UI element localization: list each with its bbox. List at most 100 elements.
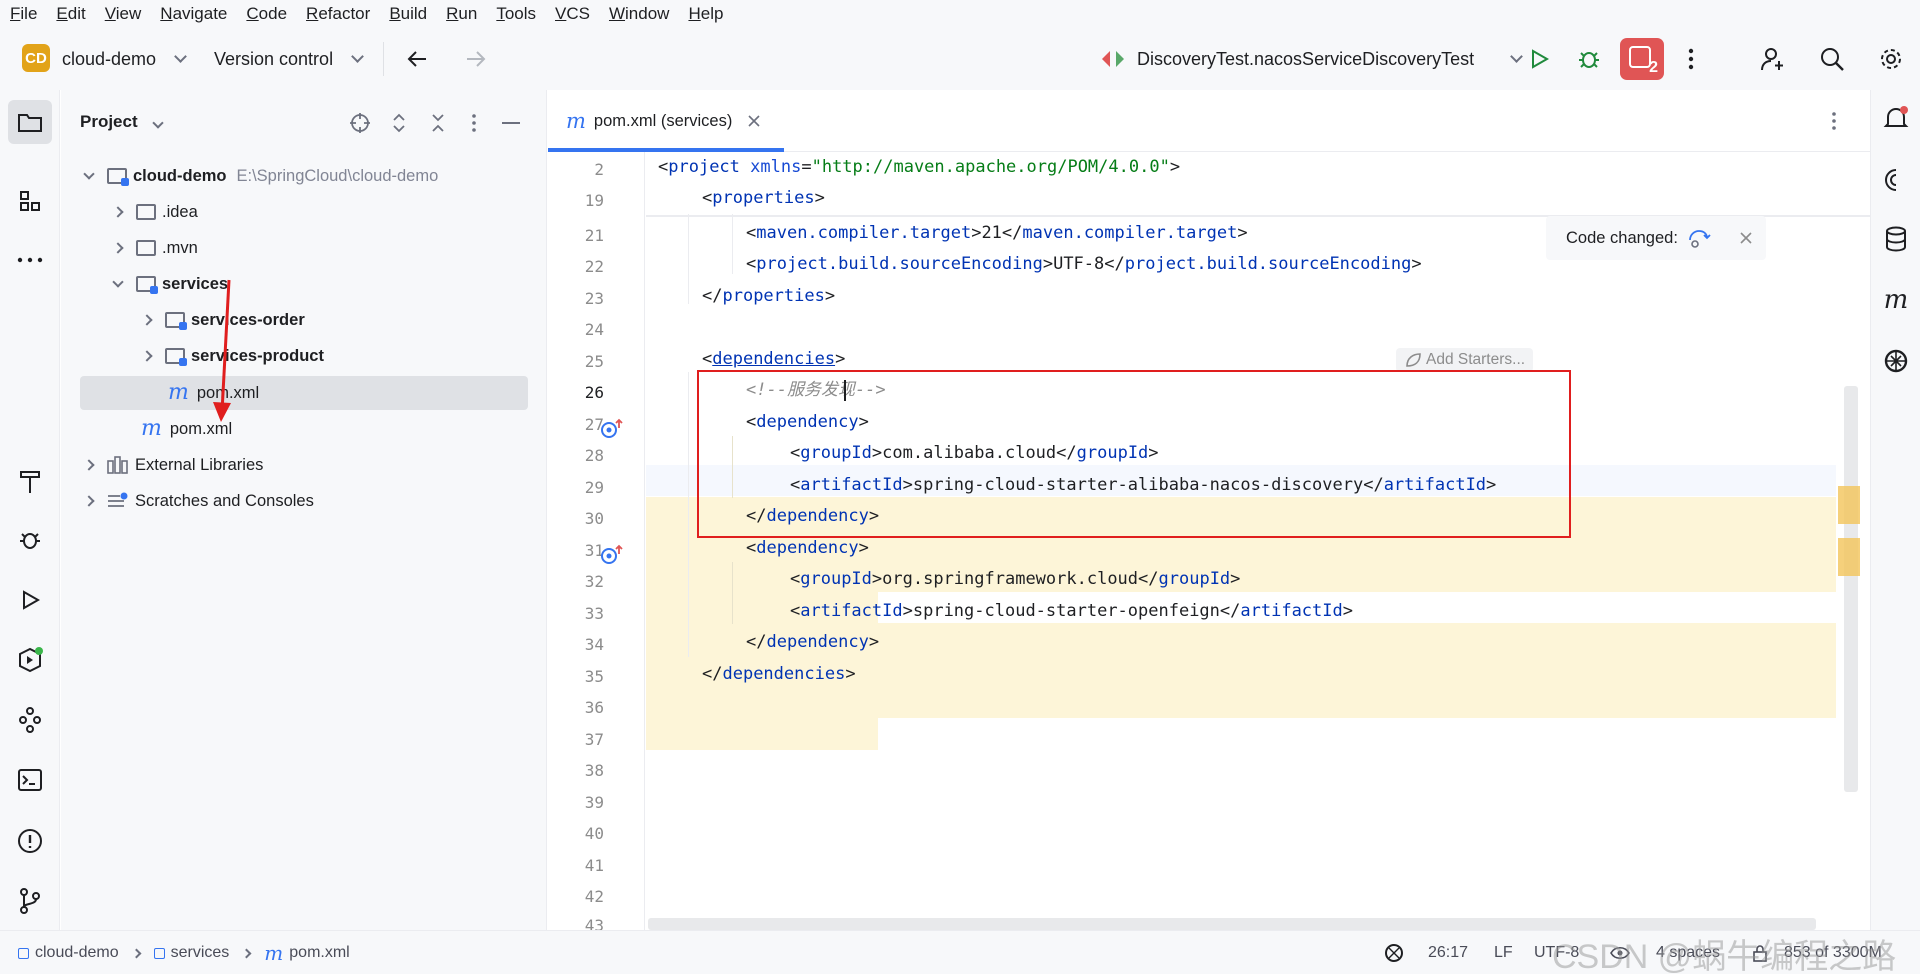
- line-number: 39: [584, 793, 604, 812]
- line-number: 21: [584, 226, 604, 245]
- menu-help[interactable]: Help: [688, 4, 723, 24]
- spring-leaf-icon: [1406, 353, 1421, 367]
- maven-dependency-icon: [601, 544, 623, 564]
- forward-button[interactable]: [459, 42, 493, 76]
- debug-button[interactable]: [1572, 42, 1606, 76]
- build-tool-button[interactable]: [0, 459, 60, 503]
- endpoints-tool-button[interactable]: [0, 698, 60, 742]
- openai-icon: [1385, 944, 1403, 962]
- menu-build[interactable]: Build: [389, 4, 427, 24]
- back-button[interactable]: [400, 42, 434, 76]
- menu-vcs[interactable]: VCS: [555, 4, 590, 24]
- code-line-23: </properties>: [702, 286, 836, 306]
- close-icon[interactable]: [1740, 232, 1752, 244]
- git-branch-icon: [20, 888, 40, 914]
- code-area[interactable]: <project xmlns="http://maven.apache.org/…: [646, 152, 1870, 930]
- code-changed-label: Code changed:: [1566, 228, 1678, 247]
- line-number: 30: [584, 509, 604, 528]
- line-number: 23: [584, 289, 604, 308]
- problems-count: 2: [1649, 59, 1658, 76]
- maven-icon: m: [566, 108, 586, 133]
- menu-navigate[interactable]: Navigate: [160, 4, 227, 24]
- add-user-button[interactable]: [1756, 42, 1790, 76]
- line-number: 34: [584, 635, 604, 654]
- code-line-2: <project xmlns="http://maven.apache.org/…: [658, 157, 1181, 177]
- ai-status-icon[interactable]: [1383, 931, 1405, 974]
- breadcrumb: cloud-demo services m pom.xml: [18, 931, 350, 974]
- openai-icon: [1884, 349, 1908, 373]
- gear-icon: [1881, 49, 1901, 69]
- menu-file[interactable]: File: [10, 4, 37, 24]
- terminal-tool-button[interactable]: [0, 758, 60, 802]
- search-button[interactable]: [1815, 42, 1849, 76]
- structure-icon: [20, 191, 40, 211]
- services-icon: [19, 647, 43, 673]
- menu-view[interactable]: View: [105, 4, 142, 24]
- maven-button[interactable]: m: [1871, 278, 1920, 322]
- project-tool-button[interactable]: [0, 100, 60, 144]
- menu-window[interactable]: Window: [609, 4, 669, 24]
- tab-options-button[interactable]: [1824, 108, 1844, 134]
- breadcrumb-item[interactable]: services: [171, 944, 230, 962]
- line-number: 27: [584, 415, 604, 434]
- dependency-gutter-icon[interactable]: [600, 417, 624, 441]
- git-tool-button[interactable]: [0, 879, 60, 923]
- dependency-gutter-icon[interactable]: [600, 543, 624, 567]
- left-tool-strip: [0, 90, 60, 930]
- more-tools-button[interactable]: [0, 238, 60, 282]
- run-button[interactable]: [1522, 42, 1556, 76]
- menu-tools[interactable]: Tools: [496, 4, 536, 24]
- line-separator[interactable]: LF: [1494, 931, 1513, 974]
- project-badge[interactable]: CD: [22, 44, 50, 72]
- annotation-box: [697, 370, 1571, 538]
- module-icon: [18, 947, 29, 959]
- hammer-icon: [20, 471, 40, 493]
- tab-label: pom.xml (services): [593, 111, 733, 130]
- maven-reload-icon[interactable]: [1686, 226, 1712, 250]
- vertical-scrollbar[interactable]: [1844, 386, 1858, 792]
- problems-tool-button[interactable]: [0, 819, 60, 863]
- add-starters-inlay[interactable]: Add Starters...: [1396, 348, 1534, 372]
- warning-circle-icon: [18, 829, 42, 853]
- notifications-button[interactable]: [1871, 96, 1920, 140]
- breadcrumb-item[interactable]: pom.xml: [289, 944, 349, 962]
- line-number: 35: [584, 667, 604, 686]
- database-button[interactable]: [1871, 217, 1920, 261]
- code-line-33: <artifactId>spring-cloud-starter-openfei…: [790, 601, 1353, 621]
- database-icon: [1886, 226, 1906, 252]
- menu-run[interactable]: Run: [446, 4, 477, 24]
- problems-button[interactable]: 2: [1620, 38, 1664, 80]
- vcs-selector[interactable]: Version control: [214, 28, 364, 90]
- main-toolbar: CD cloud-demo Version control DiscoveryT…: [0, 28, 1920, 90]
- more-actions-button[interactable]: [1676, 42, 1706, 76]
- line-number: 31: [584, 541, 604, 560]
- watermark: CSDN @蜗牛编程之路: [1552, 937, 1897, 974]
- project-selector[interactable]: cloud-demo: [62, 28, 187, 90]
- line-gutter: 2 19 21 22 23 24 25 26 27 28 29 30 31 32…: [548, 152, 645, 930]
- line-number: 25: [584, 352, 604, 371]
- debug-tool-button[interactable]: [0, 518, 60, 562]
- menu-refactor[interactable]: Refactor: [306, 4, 370, 24]
- run-config-selector[interactable]: DiscoveryTest.nacosServiceDiscoveryTest: [1137, 28, 1523, 90]
- line-number: 33: [584, 604, 604, 623]
- line-number: 24: [584, 320, 604, 339]
- services-tool-button[interactable]: [0, 638, 60, 682]
- graph-icon: [19, 707, 41, 733]
- run-tool-button[interactable]: [0, 578, 60, 622]
- chevron-down-icon: [174, 50, 187, 63]
- chevron-right-icon: [131, 948, 142, 958]
- menu-edit[interactable]: Edit: [56, 4, 85, 24]
- structure-tool-button[interactable]: [0, 179, 60, 223]
- indent-guide: [732, 214, 733, 274]
- tab-pom-services[interactable]: m pom.xml (services): [548, 90, 784, 152]
- ai-assistant-button[interactable]: [1871, 158, 1920, 202]
- settings-button[interactable]: [1874, 42, 1908, 76]
- close-icon[interactable]: [748, 115, 760, 127]
- chatgpt-button[interactable]: [1871, 339, 1920, 383]
- chevron-down-icon: [351, 50, 364, 63]
- menu-code[interactable]: Code: [246, 4, 287, 24]
- terminal-icon: [18, 769, 42, 791]
- code-line-22: <project.build.sourceEncoding>UTF-8</pro…: [746, 254, 1422, 274]
- caret-position[interactable]: 26:17: [1428, 931, 1468, 974]
- breadcrumb-item[interactable]: cloud-demo: [35, 944, 119, 962]
